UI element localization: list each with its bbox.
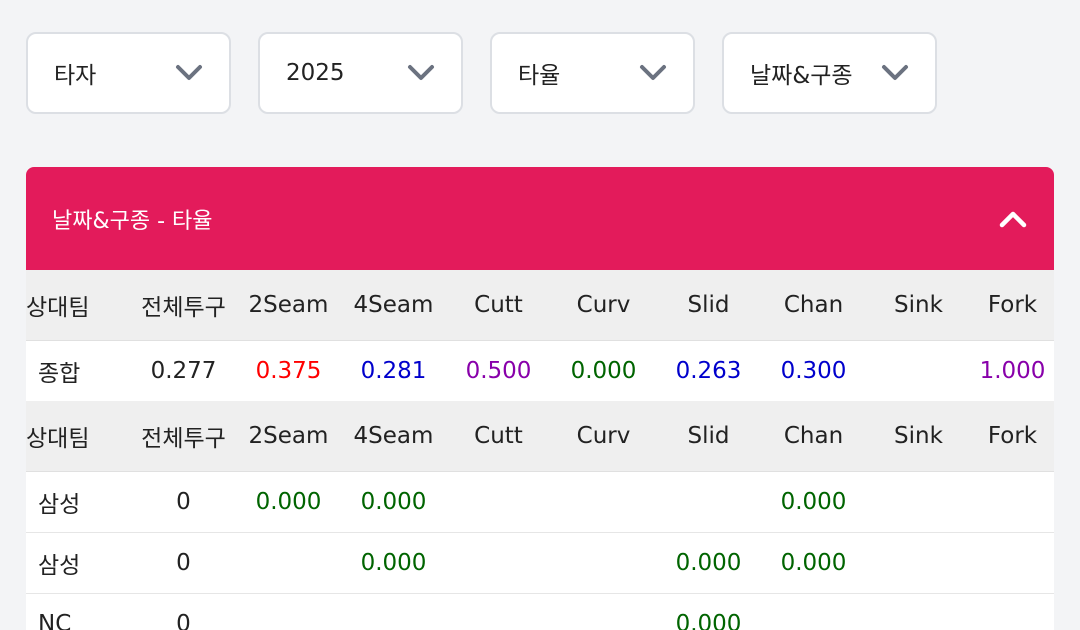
header-4seam: 4Seam [341,401,446,472]
header-opponent: 상대팀 [26,270,131,341]
table-header-row: 상대팀 전체투구 2Seam 4Seam Cutt Curv Slid Chan… [26,270,1054,341]
header-chan: Chan [761,270,866,341]
summary-fork: 1.000 [979,357,1046,384]
filter-player-type-select[interactable]: 타자 [26,32,231,114]
row-4seam [341,593,446,630]
chevron-down-icon [640,65,666,80]
header-2seam: 2Seam [236,401,341,472]
filter-player-type-value: 타자 [54,63,97,89]
summary-label: 종합 [38,360,81,387]
header-total-pitches: 전체투구 [131,401,236,472]
row-total: 0 [131,471,236,533]
table-header-row: 상대팀 전체투구 2Seam 4Seam Cutt Curv Slid Chan… [26,401,1054,472]
row-curv [551,593,656,630]
row-cutt [446,471,551,533]
header-curv: Curv [551,270,656,341]
row-4seam: 0.000 [341,532,446,594]
chevron-down-icon [408,65,434,80]
stats-table: 상대팀 전체투구 2Seam 4Seam Cutt Curv Slid Chan… [26,270,1054,630]
filter-stat-select[interactable]: 타율 [490,32,695,114]
header-cutt: Cutt [446,401,551,472]
summary-total: 0.277 [150,357,217,384]
row-slid: 0.000 [656,593,761,630]
row-fork [971,471,1054,533]
table-row: NC 0 0.000 [26,593,1054,630]
row-total: 0 [131,532,236,594]
summary-2seam: 0.375 [255,357,322,384]
header-4seam: 4Seam [341,270,446,341]
stats-panel: 날짜&구종 - 타율 상대팀 전체투구 2Seam 4Seam Cutt Cur… [26,167,1054,630]
filter-stat-value: 타율 [518,63,561,89]
filter-category-value: 날짜&구종 [750,63,853,89]
row-chan: 0.000 [761,471,866,533]
row-total: 0 [131,593,236,630]
row-chan [761,593,866,630]
row-fork [971,532,1054,594]
summary-row: 종합 0.277 0.375 0.281 0.500 0.000 0.263 0… [26,340,1054,401]
summary-cutt: 0.500 [465,357,532,384]
row-2seam [236,593,341,630]
panel-header[interactable]: 날짜&구종 - 타율 [26,167,1054,270]
row-2seam [236,532,341,594]
header-fork: Fork [971,401,1054,472]
summary-4seam: 0.281 [360,357,427,384]
chevron-down-icon [176,65,202,80]
header-chan: Chan [761,401,866,472]
panel-title: 날짜&구종 - 타율 [52,208,213,234]
row-sink [866,593,971,630]
header-sink: Sink [866,401,971,472]
row-chan: 0.000 [761,532,866,594]
row-curv [551,532,656,594]
chevron-down-icon [882,65,908,80]
row-team: 삼성 [26,532,131,594]
row-fork [971,593,1054,630]
header-fork: Fork [971,270,1054,341]
table-row: 삼성 0 0.000 0.000 0.000 [26,532,1054,594]
row-slid: 0.000 [656,532,761,594]
table-row: 삼성 0 0.000 0.000 0.000 [26,471,1054,533]
summary-curv: 0.000 [570,357,637,384]
filter-category-select[interactable]: 날짜&구종 [722,32,937,114]
summary-sink [866,340,971,401]
header-slid: Slid [656,401,761,472]
row-team: 삼성 [26,471,131,533]
header-2seam: 2Seam [236,270,341,341]
header-sink: Sink [866,270,971,341]
chevron-up-icon[interactable] [998,209,1028,229]
row-cutt [446,593,551,630]
row-team: NC [26,593,131,630]
filter-bar: 타자 2025 타율 날짜&구종 [26,32,964,114]
header-opponent: 상대팀 [26,401,131,472]
header-curv: Curv [551,401,656,472]
row-slid [656,471,761,533]
summary-slid: 0.263 [675,357,742,384]
header-cutt: Cutt [446,270,551,341]
header-slid: Slid [656,270,761,341]
row-2seam: 0.000 [236,471,341,533]
summary-chan: 0.300 [780,357,847,384]
row-curv [551,471,656,533]
row-cutt [446,532,551,594]
row-sink [866,471,971,533]
row-sink [866,532,971,594]
filter-year-value: 2025 [286,60,345,86]
filter-year-select[interactable]: 2025 [258,32,463,114]
row-4seam: 0.000 [341,471,446,533]
header-total-pitches: 전체투구 [131,270,236,341]
